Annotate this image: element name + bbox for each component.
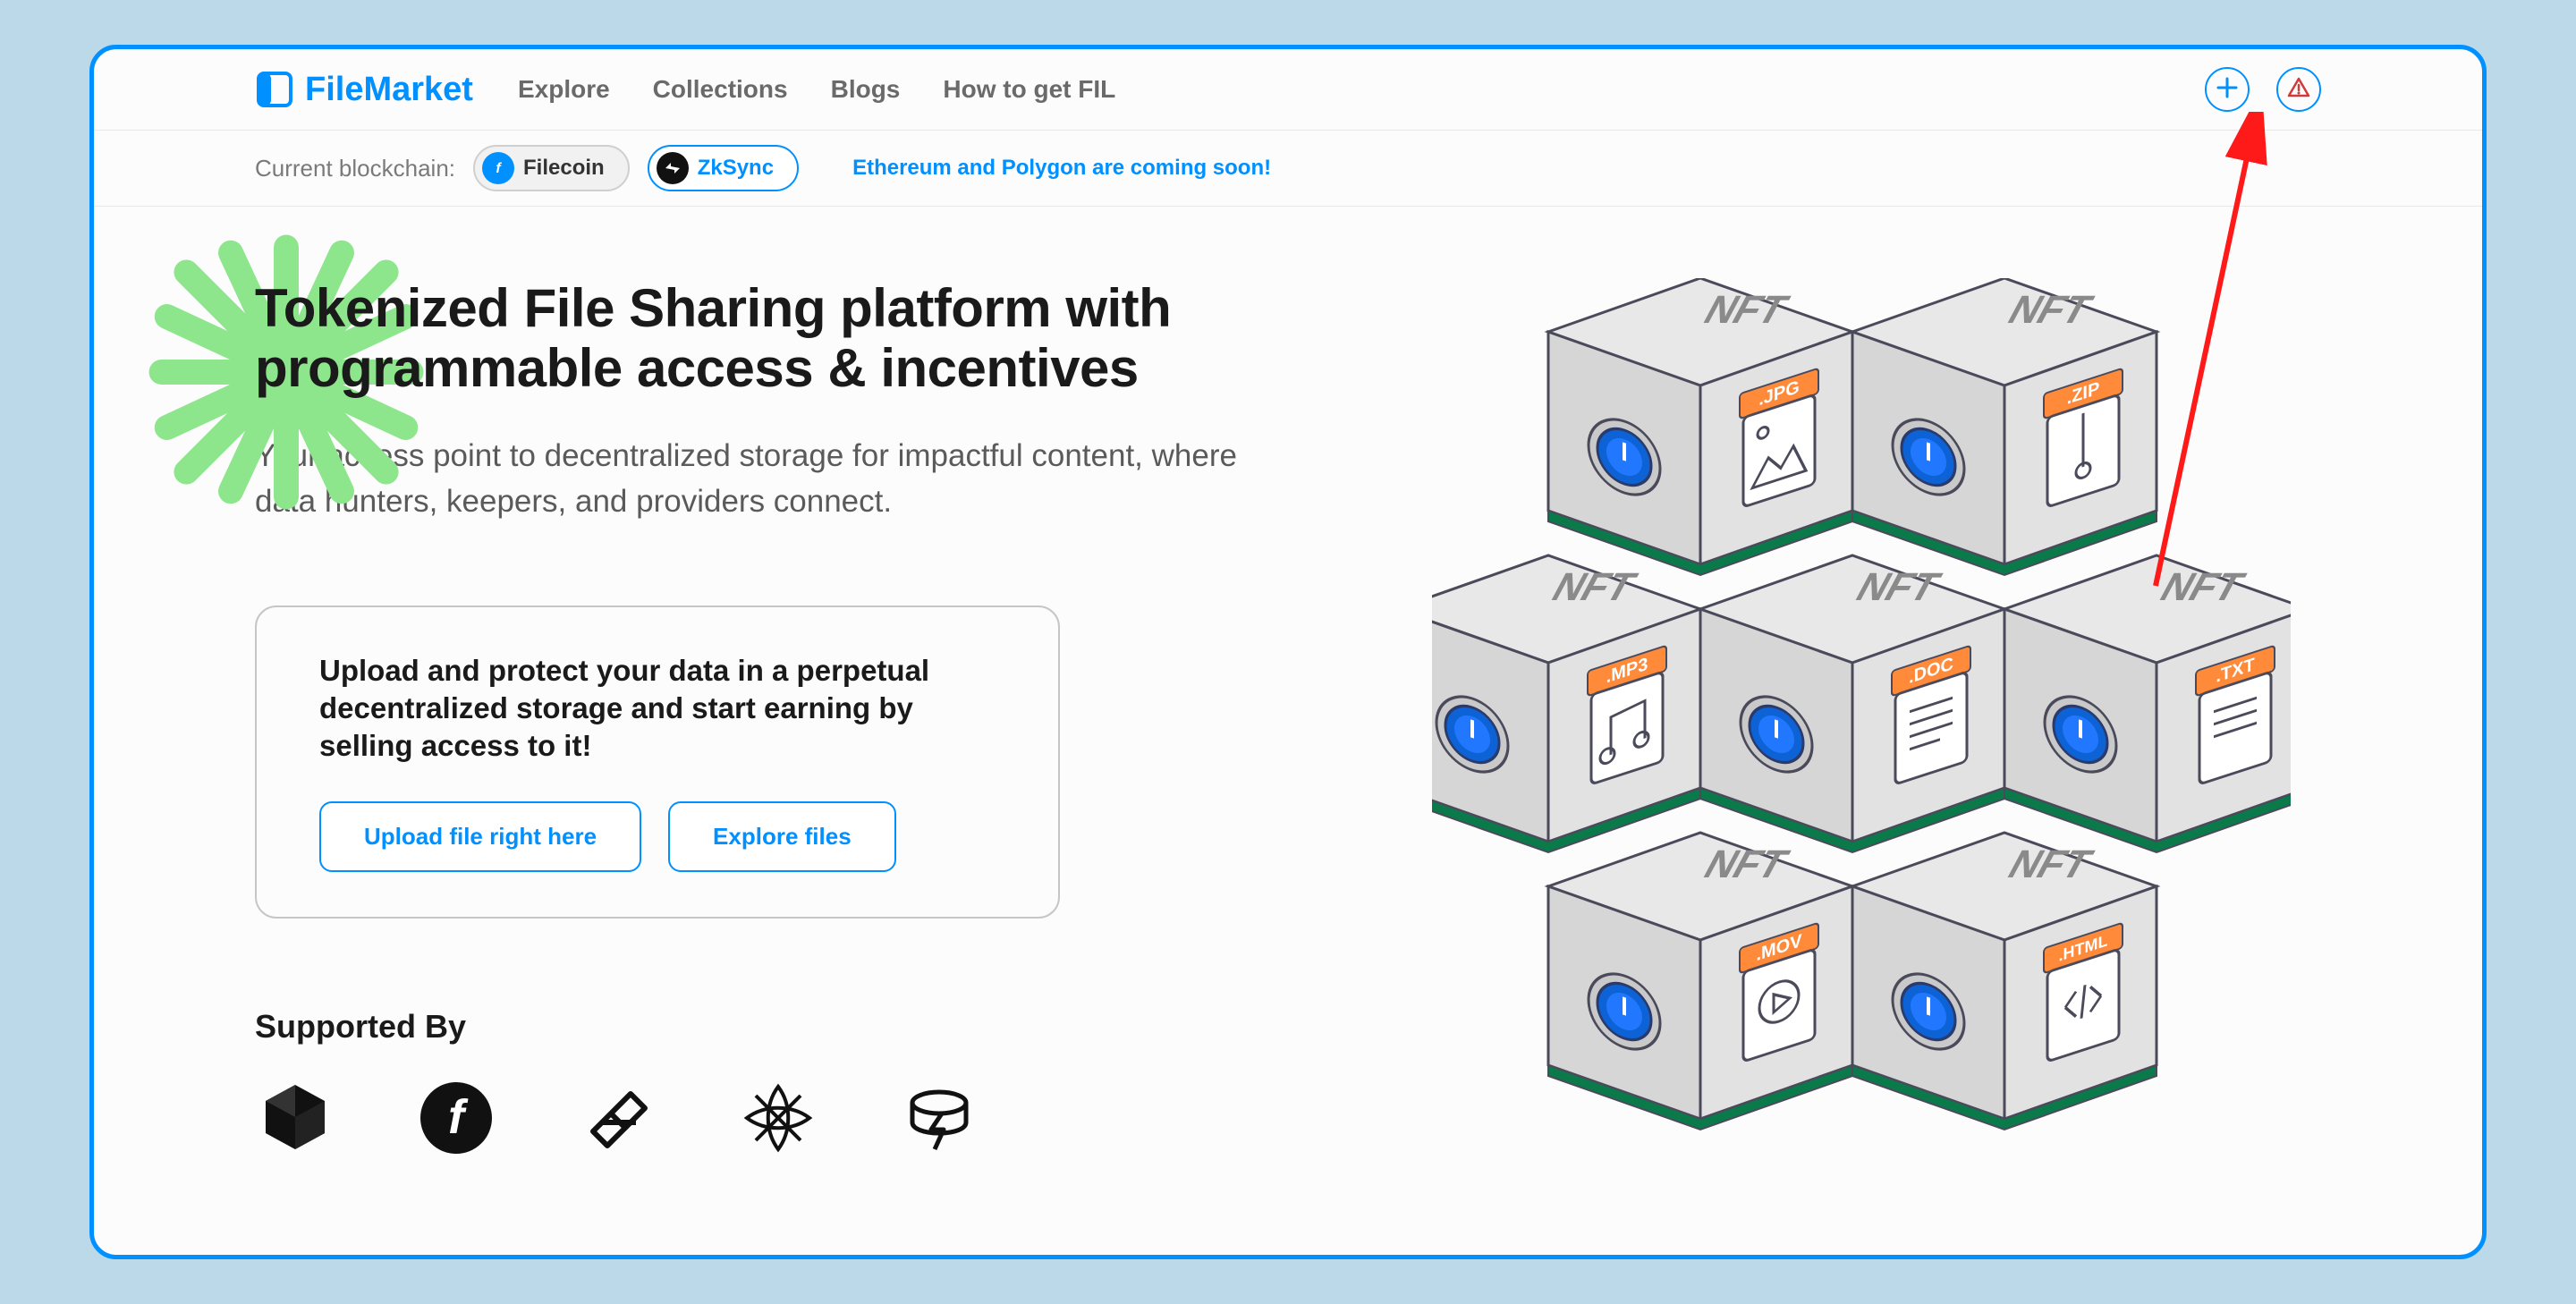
chain-filecoin[interactable]: f Filecoin <box>473 145 630 191</box>
chain-zksync-label: ZkSync <box>698 156 774 181</box>
hero-title-line1: Tokenized File Sharing platform with <box>255 278 1171 338</box>
chain-zksync[interactable]: ZkSync <box>648 145 799 191</box>
action-buttons: Upload file right here Explore files <box>319 801 996 872</box>
svg-text:f: f <box>496 161 502 176</box>
partner-logo-4 <box>738 1078 818 1158</box>
partner-logo-5 <box>899 1078 979 1158</box>
hero-title: Tokenized File Sharing platform with pro… <box>255 278 1329 398</box>
supported-title: Supported By <box>255 1008 1329 1046</box>
action-card: Upload and protect your data in a perpet… <box>255 605 1060 919</box>
blockchain-bar: Current blockchain: f Filecoin ZkSync Et… <box>94 131 2482 207</box>
nft-cubes-illustration: NFT .JPG <box>1432 278 2291 1226</box>
action-title: Upload and protect your data in a perpet… <box>319 652 996 766</box>
chain-filecoin-label: Filecoin <box>523 156 605 181</box>
explore-files-button[interactable]: Explore files <box>668 801 896 872</box>
logo-text: FileMarket <box>305 71 473 109</box>
add-button[interactable] <box>2205 67 2250 112</box>
logo[interactable]: FileMarket <box>255 70 473 109</box>
partner-logo-3 <box>577 1078 657 1158</box>
blockchain-label: Current blockchain: <box>255 155 455 182</box>
alert-icon <box>2287 76 2310 104</box>
nav-blogs[interactable]: Blogs <box>831 75 901 104</box>
logo-icon <box>255 70 294 109</box>
supported-section: Supported By <box>255 1008 1329 1158</box>
supported-logos: f <box>255 1078 1329 1158</box>
coming-soon-text: Ethereum and Polygon are coming soon! <box>852 156 1271 181</box>
nav-how-to-get-fil[interactable]: How to get FIL <box>943 75 1115 104</box>
illustration-column: NFT .JPG <box>1401 278 2321 1226</box>
hero-column: Tokenized File Sharing platform with pro… <box>255 278 1329 1226</box>
hero-title-line2: programmable access & incentives <box>255 338 1139 398</box>
partner-logo-filecoin: f <box>416 1078 496 1158</box>
app-window: FileMarket Explore Collections Blogs How… <box>89 45 2487 1259</box>
top-nav: FileMarket Explore Collections Blogs How… <box>94 49 2482 131</box>
nav-links: Explore Collections Blogs How to get FIL <box>518 75 1115 104</box>
upload-file-button[interactable]: Upload file right here <box>319 801 641 872</box>
nav-collections[interactable]: Collections <box>653 75 788 104</box>
nav-right <box>2205 67 2321 112</box>
filecoin-icon: f <box>482 152 514 184</box>
plus-icon <box>2216 76 2239 104</box>
zksync-icon <box>657 152 689 184</box>
main-content: Tokenized File Sharing platform with pro… <box>94 207 2482 1259</box>
alert-button[interactable] <box>2276 67 2321 112</box>
partner-logo-1 <box>255 1078 335 1158</box>
nav-explore[interactable]: Explore <box>518 75 610 104</box>
